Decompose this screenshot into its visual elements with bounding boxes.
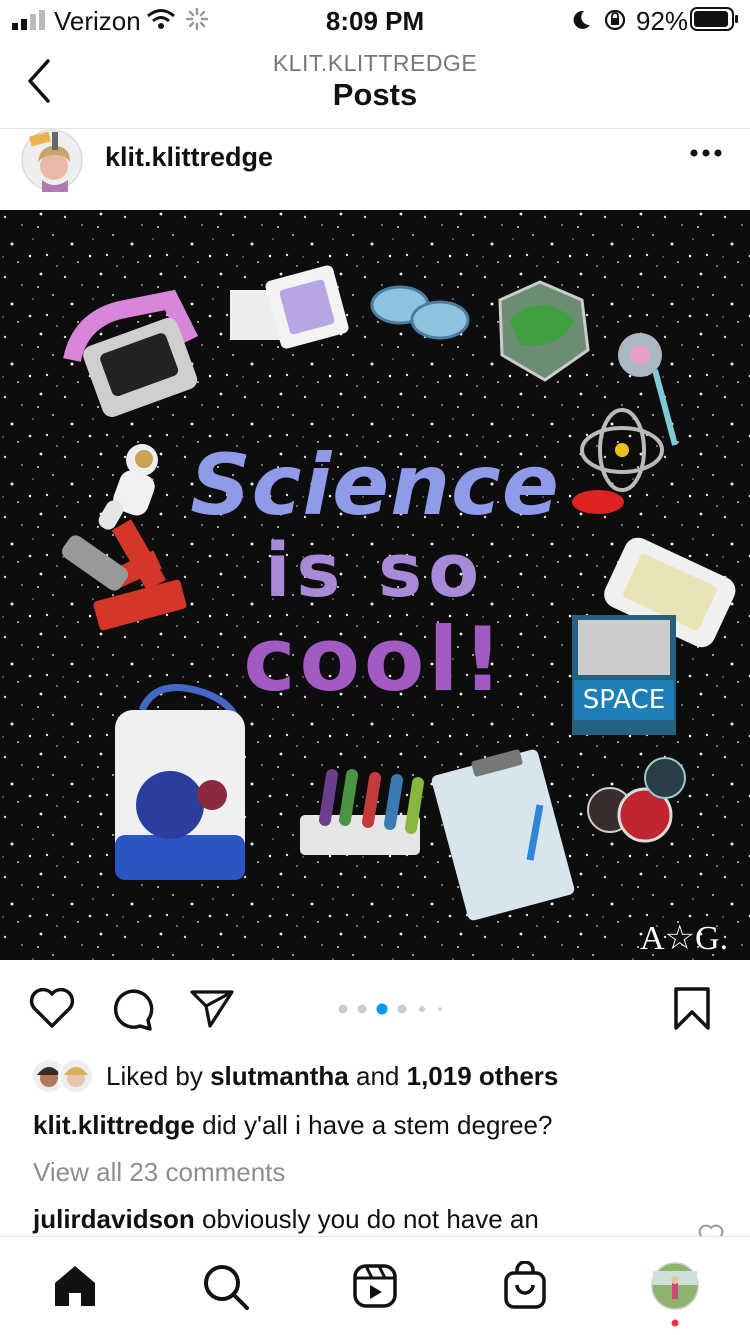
comment-bubble-icon[interactable] <box>108 986 156 1032</box>
carousel-dots <box>338 1003 442 1015</box>
header-subtitle: KLIT.KLITTREDGE <box>272 50 478 76</box>
comment-like-heart-icon[interactable] <box>698 1224 724 1236</box>
caption-text: did y'all i have a stem degree? <box>202 1110 553 1140</box>
image-headline-is-so: is so <box>264 528 486 614</box>
page-title: Posts <box>332 77 418 112</box>
brand-logo: A☆G. <box>640 920 729 957</box>
reels-icon[interactable] <box>352 1263 398 1309</box>
comment-username[interactable]: julirdavidson <box>33 1204 195 1234</box>
home-icon[interactable] <box>52 1263 98 1309</box>
post-caption: klit.klittredge did y'all i have a stem … <box>33 1110 552 1141</box>
shop-bag-icon[interactable] <box>502 1261 548 1311</box>
share-send-icon[interactable] <box>188 986 236 1030</box>
comment-preview: julirdavidson obviously you do not have … <box>33 1204 539 1235</box>
avatar[interactable] <box>20 128 84 192</box>
battery-icon <box>690 7 738 31</box>
liked-by-avatars[interactable] <box>30 1057 96 1095</box>
book-title-label: SPACE <box>574 680 674 720</box>
profile-avatar[interactable] <box>650 1261 700 1311</box>
image-headline-science: Science <box>190 436 560 534</box>
likes-prefix: Liked by <box>106 1061 203 1091</box>
likes-count[interactable]: 1,019 others <box>407 1061 559 1091</box>
likes-summary[interactable]: Liked by slutmantha and 1,019 others <box>106 1061 558 1092</box>
view-all-comments-link[interactable]: View all 23 comments <box>33 1157 285 1188</box>
moon-icon <box>573 10 590 29</box>
likes-middle: and <box>356 1061 400 1091</box>
post-image[interactable]: Science is so cool! SPACE A☆G. <box>0 210 750 960</box>
comment-text: obviously you do not have an <box>202 1204 539 1234</box>
like-heart-icon[interactable] <box>28 986 76 1030</box>
orientation-lock-icon <box>604 9 626 31</box>
status-bar: Verizon 8:09 PM 92% <box>0 0 750 40</box>
search-icon[interactable] <box>202 1263 250 1311</box>
notification-dot <box>671 1319 679 1327</box>
post-username[interactable]: klit.klittredge <box>105 142 273 173</box>
save-bookmark-icon[interactable] <box>672 986 712 1032</box>
liked-by-user[interactable]: slutmantha <box>210 1061 349 1091</box>
post-header: klit.klittredge <box>0 128 750 210</box>
battery-percent: 92% <box>636 6 689 36</box>
page-header: KLIT.KLITTREDGE Posts <box>0 40 750 129</box>
caption-username[interactable]: klit.klittredge <box>33 1110 195 1140</box>
bottom-navigation <box>0 1236 750 1335</box>
post-action-bar <box>0 960 750 1050</box>
more-options-icon[interactable] <box>690 148 722 158</box>
